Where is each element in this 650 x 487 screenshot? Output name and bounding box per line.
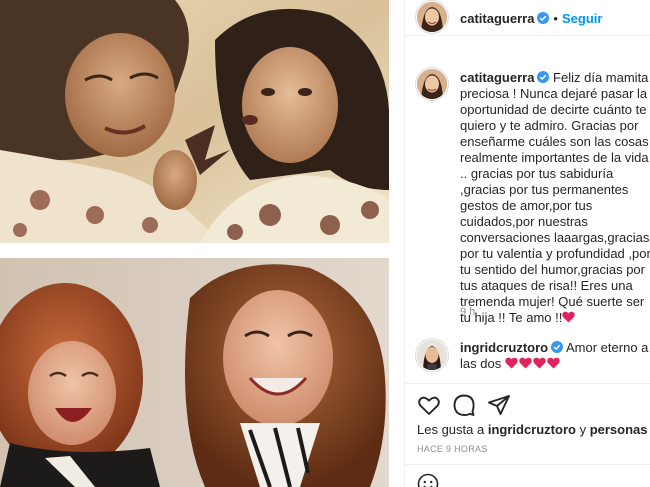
- red-heart-icon: [547, 357, 560, 369]
- color-photo-laughing-women: [0, 258, 389, 487]
- likes-conjunction: y: [579, 422, 587, 437]
- likes-summary: Les gusta a ingridcruztoro y personas má…: [417, 422, 650, 437]
- post-sidebar: catitaguerra • Seguir catitaguerra Feliz …: [404, 0, 650, 487]
- comment-bubble-icon[interactable]: [452, 393, 476, 417]
- post-header: catitaguerra • Seguir: [405, 0, 650, 36]
- heart-outline-icon[interactable]: [417, 393, 441, 417]
- verified-badge-icon: [537, 71, 550, 83]
- add-comment-bar: [405, 464, 650, 487]
- post-actions: [405, 383, 650, 423]
- caption-body: Feliz día mamita preciosa ! Nunca dejaré…: [460, 70, 650, 325]
- vintage-photo-mother-daughter: [0, 0, 389, 243]
- verified-badge-icon: [551, 341, 564, 353]
- comment-text: ingridcruztoro Amor eterno a las dos: [460, 340, 650, 372]
- red-heart-icon: [533, 357, 546, 369]
- header-user-line: catitaguerra • Seguir: [460, 10, 602, 28]
- smiley-icon[interactable]: [417, 473, 439, 487]
- likes-prefix: Les gusta a: [417, 422, 485, 437]
- caption-author-avatar[interactable]: [417, 69, 447, 99]
- likes-others[interactable]: personas más: [590, 422, 650, 437]
- paper-plane-icon[interactable]: [487, 393, 511, 417]
- commenter-avatar[interactable]: [417, 340, 447, 370]
- red-heart-icon: [519, 357, 532, 369]
- follow-separator: •: [553, 11, 558, 26]
- verified-badge-icon: [537, 12, 550, 24]
- red-heart-icon: [562, 311, 576, 323]
- author-avatar[interactable]: [417, 2, 447, 32]
- caption-text: catitaguerra Feliz día mamita preciosa !…: [460, 70, 650, 326]
- post-date[interactable]: HACE 9 HORAS: [417, 444, 488, 454]
- post-media[interactable]: [0, 0, 404, 487]
- caption-username[interactable]: catitaguerra: [460, 70, 534, 85]
- author-username[interactable]: catitaguerra: [460, 11, 534, 26]
- red-heart-icon: [505, 357, 518, 369]
- likes-user[interactable]: ingridcruztoro: [488, 422, 576, 437]
- caption-time[interactable]: 9 h: [460, 306, 475, 318]
- commenter-username[interactable]: ingridcruztoro: [460, 340, 548, 355]
- follow-button[interactable]: Seguir: [562, 11, 602, 26]
